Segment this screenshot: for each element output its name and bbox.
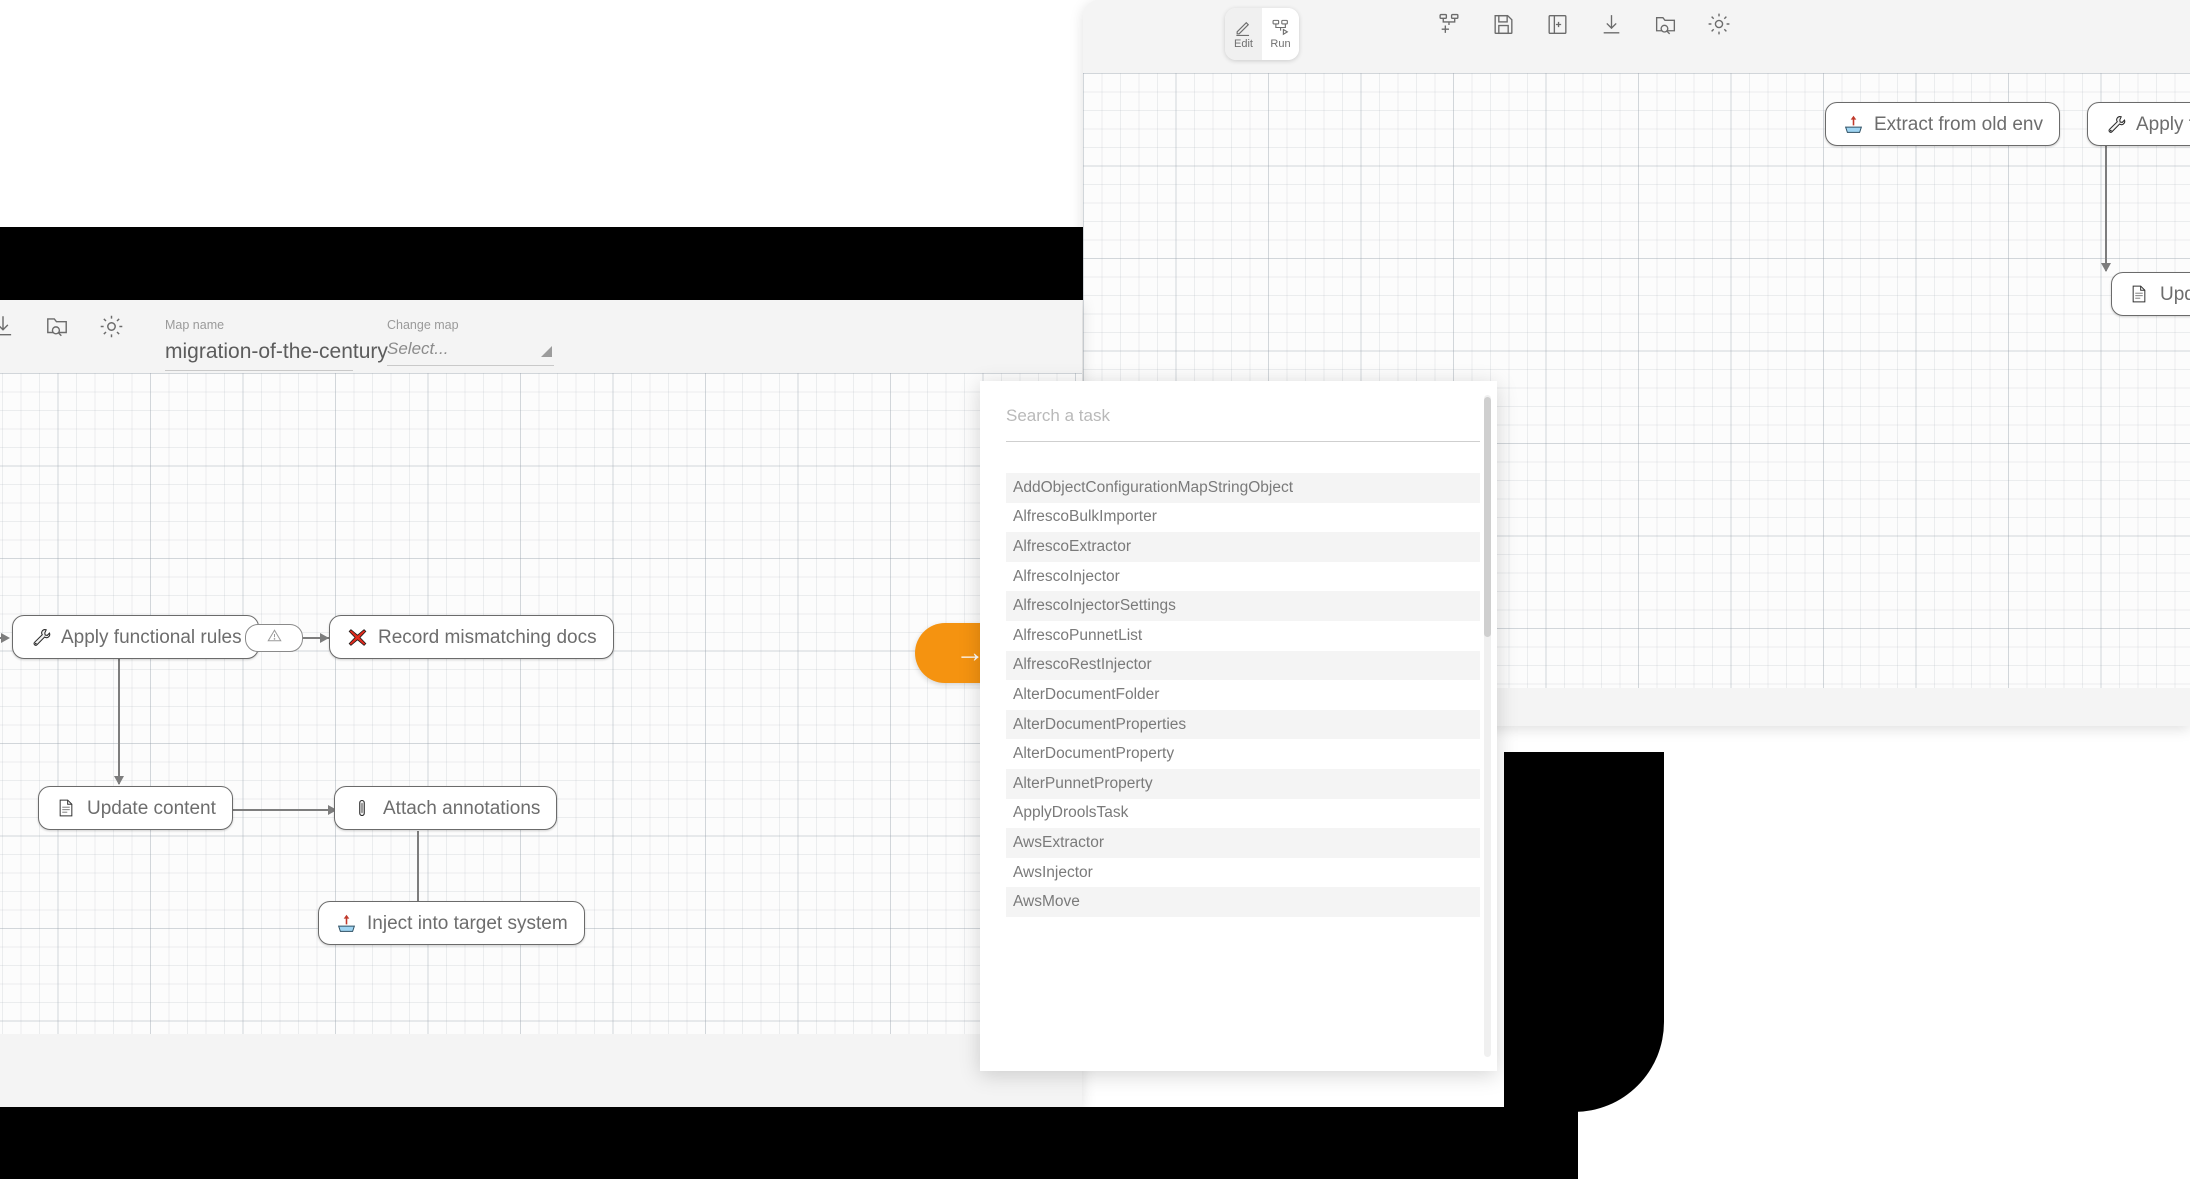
- task-list-scrollbar-thumb[interactable]: [1484, 397, 1491, 637]
- map-name-underline: [165, 369, 353, 371]
- flow-node-update[interactable]: Update content: [38, 786, 233, 830]
- flow-node-rules[interactable]: Apply functional rules: [12, 615, 259, 659]
- toolbar-bottom-left: Map name migration-of-the-century Change…: [0, 300, 1082, 373]
- map-name-label: Map name: [165, 318, 225, 332]
- change-map-label: Change map: [387, 318, 459, 332]
- window-bottom-left: Map name migration-of-the-century Change…: [0, 300, 1082, 1107]
- task-list[interactable]: AddObjectConfigurationMapStringObject Alf…: [1006, 473, 1480, 917]
- task-list-item[interactable]: AlterDocumentFolder: [1006, 680, 1480, 710]
- search-underline: [1006, 441, 1480, 442]
- frame-corner-mask: [1664, 752, 2190, 1042]
- task-list-item[interactable]: AlfrescoPunnetList: [1006, 621, 1480, 651]
- flow-node-mismatch[interactable]: Record mismatching docs: [329, 615, 614, 659]
- mode-button-edit[interactable]: Edit: [1225, 8, 1262, 60]
- flow-node-update-label: Update content: [2160, 283, 2190, 305]
- warning-triangle-icon: [266, 628, 282, 648]
- flow-node-update[interactable]: Update content: [2111, 272, 2190, 316]
- add-node-icon[interactable]: [1434, 9, 1464, 39]
- flow-node-inject[interactable]: Inject into target system: [318, 901, 585, 945]
- mode-toggle-group[interactable]: Edit Run: [1225, 8, 1299, 60]
- new-map-icon[interactable]: [1542, 9, 1572, 39]
- flow-node-inject-label: Inject into target system: [367, 912, 568, 934]
- task-list-item[interactable]: AlfrescoRestInjector: [1006, 650, 1480, 681]
- toolbar-icon-row-2: [0, 311, 126, 341]
- task-list-item[interactable]: AwsExtractor: [1006, 828, 1480, 858]
- mode-button-run[interactable]: Run: [1262, 8, 1299, 60]
- change-map-field[interactable]: Change map Select...: [387, 318, 554, 367]
- task-list-item[interactable]: AlfrescoBulkImporter: [1006, 503, 1480, 533]
- pencil-icon: [1234, 18, 1253, 37]
- resize-grip-icon[interactable]: [541, 346, 552, 358]
- task-list-item[interactable]: AlterDocumentProperties: [1006, 709, 1480, 740]
- map-name-field[interactable]: Map name migration-of-the-century: [165, 318, 388, 371]
- flow-node-annotate[interactable]: Attach annotations: [334, 786, 558, 830]
- flow-node-annotate-label: Attach annotations: [383, 797, 541, 819]
- task-search-panel: Search a task AddObjectConfigurationMapS…: [980, 381, 1497, 1071]
- document-icon: [2128, 283, 2150, 305]
- injector-icon: [335, 912, 357, 934]
- mode-button-edit-label: Edit: [1234, 38, 1253, 50]
- arrowhead-gate-mismatch-2: [320, 633, 329, 643]
- arrowhead-rules-update: [2101, 263, 2111, 272]
- run-flow-icon: [1271, 18, 1291, 37]
- device-frame-top-bar: [0, 227, 1083, 300]
- search-task-input[interactable]: Search a task: [1006, 407, 1480, 424]
- arrowhead-rules-update-2: [114, 776, 124, 785]
- task-list-item[interactable]: AlterDocumentProperty: [1006, 739, 1480, 769]
- change-map-underline: [387, 365, 554, 367]
- flow-gate-error[interactable]: [245, 624, 303, 652]
- task-list-item[interactable]: AddObjectConfigurationMapStringObject: [1006, 473, 1480, 503]
- browse-folder-icon[interactable]: [42, 311, 72, 341]
- settings-gear-icon[interactable]: [1704, 9, 1734, 39]
- settings-gear-icon[interactable]: [96, 311, 126, 341]
- toolbar-icon-row: [1434, 9, 1734, 39]
- document-icon: [55, 797, 77, 819]
- flow-node-extract[interactable]: Extract from old env: [1825, 102, 2060, 146]
- task-list-item[interactable]: ApplyDroolsTask: [1006, 799, 1480, 829]
- edge-rules-to-update-2: [118, 659, 120, 784]
- flow-node-rules[interactable]: Apply functional rules: [2087, 102, 2190, 146]
- edge-rules-to-update: [2105, 146, 2107, 271]
- browse-folder-icon[interactable]: [1650, 9, 1680, 39]
- wrench-icon: [2104, 113, 2126, 135]
- flow-canvas-bottom-left[interactable]: Extract from old env Apply functional ru…: [0, 373, 1082, 1034]
- flow-node-rules-label: Apply functional rules: [2136, 113, 2190, 135]
- device-frame-bottom-bar: [0, 1107, 1578, 1179]
- toolbar-top-right: Edit Run: [1083, 0, 2190, 73]
- screenshot-stage: Edit Run Extract from old env Apply Upd …: [0, 0, 2190, 1179]
- save-icon[interactable]: [1488, 9, 1518, 39]
- task-list-item[interactable]: AwsMove: [1006, 887, 1480, 917]
- change-map-value: Select...: [387, 338, 449, 358]
- flow-node-extract-label: Extract from old env: [1874, 113, 2043, 135]
- flow-node-rules-label: Apply functional rules: [61, 626, 242, 648]
- extractor-icon: [1842, 113, 1864, 135]
- download-icon[interactable]: [1596, 9, 1626, 39]
- download-icon[interactable]: [0, 311, 18, 341]
- arrowhead-extract-rules-2: [1, 633, 10, 643]
- task-list-item[interactable]: AlfrescoInjectorSettings: [1006, 591, 1480, 621]
- mode-button-run-label: Run: [1270, 38, 1291, 50]
- search-task-container[interactable]: Search a task: [1006, 407, 1480, 442]
- wrench-icon: [29, 626, 51, 648]
- task-list-item[interactable]: AwsInjector: [1006, 858, 1480, 888]
- task-list-item[interactable]: AlterPunnetProperty: [1006, 768, 1480, 799]
- annotation-icon: [351, 797, 373, 819]
- flow-node-mismatch-label: Record mismatching docs: [378, 626, 597, 648]
- red-cross-icon: [346, 626, 368, 648]
- map-name-value: migration-of-the-century: [165, 339, 388, 363]
- device-frame-corner: [1504, 752, 1664, 1112]
- footer-bottom-left: [0, 1034, 1082, 1072]
- task-list-item[interactable]: AlfrescoExtractor: [1006, 532, 1480, 562]
- flow-node-update-label: Update content: [87, 797, 216, 819]
- task-list-item[interactable]: AlfrescoInjector: [1006, 562, 1480, 592]
